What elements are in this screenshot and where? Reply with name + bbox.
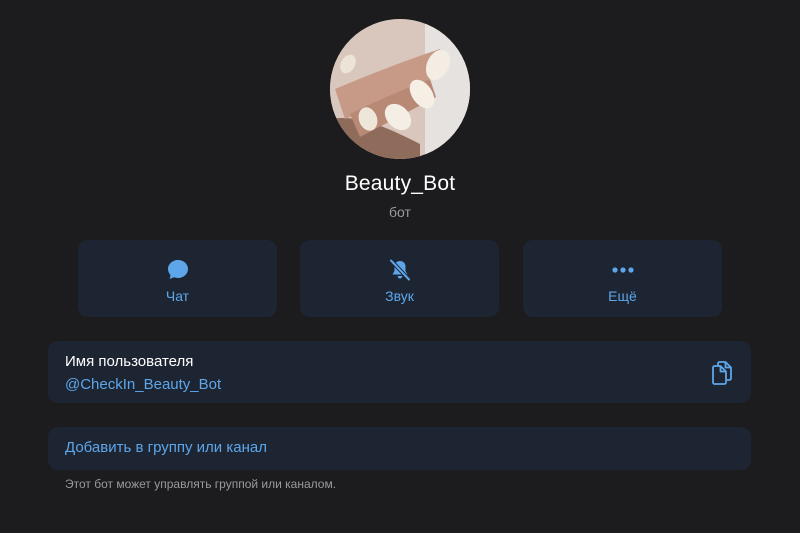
more-dots-icon — [610, 257, 636, 283]
bot-name: Beauty_Bot — [344, 172, 456, 195]
chat-button-label: Чат — [165, 288, 190, 304]
chat-button[interactable]: Чат — [78, 240, 277, 317]
username-title: Имя пользователя — [65, 353, 194, 370]
more-button[interactable]: Ещё — [523, 240, 722, 317]
add-to-group-hint: Этот бот может управлять группой или кан… — [65, 477, 337, 491]
add-to-group-label: Добавить в группу или канал — [65, 439, 267, 456]
avatar-photo — [330, 19, 470, 159]
sound-button[interactable]: Звук — [300, 240, 499, 317]
copy-icon[interactable] — [709, 359, 735, 385]
add-to-group-button[interactable]: Добавить в группу или канал — [48, 427, 751, 470]
username-value[interactable]: @CheckIn_Beauty_Bot — [65, 376, 221, 393]
avatar[interactable] — [330, 19, 470, 159]
bell-muted-icon — [387, 257, 413, 283]
more-button-label: Ещё — [608, 288, 637, 304]
sound-button-label: Звук — [385, 288, 414, 304]
bot-type-label: бот — [389, 204, 411, 220]
username-card: Имя пользователя @CheckIn_Beauty_Bot — [48, 341, 751, 403]
bot-profile-page: Beauty_Bot бот Чат Звук Ещё Имя пользова… — [0, 0, 800, 533]
chat-bubble-icon — [165, 257, 191, 283]
